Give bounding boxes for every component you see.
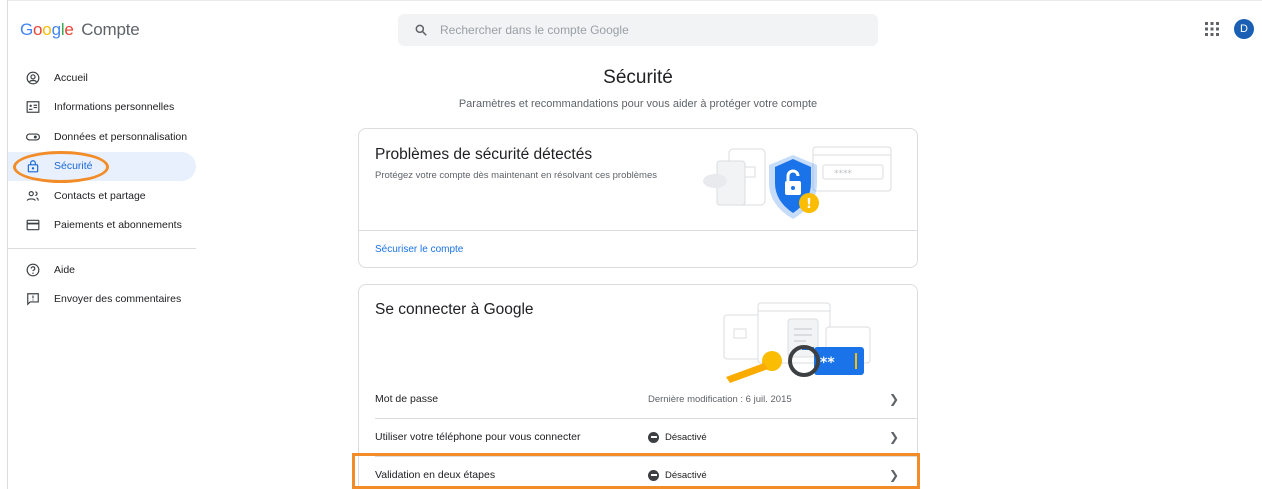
- account-circle-icon: [26, 71, 40, 85]
- card-description: Protégez votre compte dès maintenant en …: [375, 170, 657, 181]
- highlight-box-annotation: [352, 453, 920, 489]
- card-title: Se connecter à Google: [375, 301, 534, 318]
- apps-grid-icon[interactable]: [1204, 21, 1220, 37]
- people-icon: [26, 189, 40, 203]
- product-name: Compte: [81, 20, 140, 39]
- security-illustration-icon: **** !: [703, 146, 892, 219]
- logo-letter: o: [42, 20, 52, 39]
- phone-signin-row[interactable]: Utiliser votre téléphone pour vous conne…: [359, 419, 917, 455]
- sidebar-item-informations-personnelles[interactable]: Informations personnelles: [8, 93, 196, 123]
- row-value: Dernière modification : 6 juil. 2015: [648, 393, 792, 405]
- id-card-icon: [26, 100, 40, 114]
- password-row[interactable]: Mot de passe Dernière modification : 6 j…: [359, 381, 917, 417]
- credit-card-icon: [26, 218, 40, 232]
- signin-illustration-icon: **: [723, 302, 871, 383]
- card-title: Problèmes de sécurité détectés: [375, 146, 593, 163]
- sidebar-item-accueil[interactable]: Accueil: [8, 63, 196, 93]
- search-icon: [415, 24, 427, 36]
- disabled-status-icon: [648, 431, 659, 443]
- logo-letter: e: [64, 20, 74, 39]
- page-title: Sécurité: [603, 67, 673, 88]
- sidebar-item-commentaires[interactable]: Envoyer des commentaires: [8, 285, 196, 315]
- status-text: Désactivé: [665, 431, 707, 443]
- svg-text:**: **: [820, 355, 835, 371]
- logo-letter: o: [33, 20, 43, 39]
- status-value: Désactivé: [648, 431, 707, 443]
- sidebar-divider: [8, 248, 196, 249]
- search-bar[interactable]: [398, 14, 878, 46]
- avatar[interactable]: D: [1234, 19, 1254, 39]
- sidebar: Accueil Informations personnelles Donnée…: [8, 62, 196, 314]
- row-label: Utiliser votre téléphone pour vous conne…: [375, 431, 581, 443]
- help-icon: [26, 263, 40, 277]
- sidebar-item-label: Contacts et partage: [54, 189, 146, 202]
- sidebar-item-label: Informations personnelles: [54, 101, 175, 114]
- sidebar-item-contacts[interactable]: Contacts et partage: [8, 181, 196, 211]
- sidebar-item-label: Aide: [54, 263, 76, 276]
- row-label: Mot de passe: [375, 393, 439, 405]
- logo-letter: g: [51, 20, 61, 39]
- svg-text:!: !: [806, 197, 812, 212]
- secure-account-link[interactable]: Sécuriser le compte: [375, 244, 463, 255]
- sidebar-item-label: Paiements et abonnements: [54, 219, 182, 232]
- top-header: Google Compte D: [8, 0, 1262, 62]
- sidebar-item-donnees[interactable]: Données et personnalisation: [8, 122, 196, 152]
- logo-letter: G: [20, 20, 34, 39]
- sidebar-item-label: Envoyer des commentaires: [54, 293, 182, 306]
- window-left-edge: [0, 0, 8, 489]
- chevron-right-icon: ❯: [889, 392, 900, 406]
- sidebar-item-label: Accueil: [54, 71, 88, 84]
- security-issues-card: Problèmes de sécurité détectés Protégez …: [358, 128, 918, 268]
- feedback-icon: [26, 292, 40, 306]
- search-input[interactable]: [440, 23, 840, 37]
- card-divider: [359, 230, 917, 231]
- sidebar-item-paiements[interactable]: Paiements et abonnements: [8, 211, 196, 241]
- sidebar-item-label: Données et personnalisation: [54, 130, 188, 143]
- svg-text:****: ****: [834, 169, 853, 179]
- google-account-logo[interactable]: Google Compte: [20, 20, 140, 40]
- page-subtitle: Paramètres et recommandations pour vous …: [458, 98, 818, 110]
- highlight-oval-annotation: [13, 151, 109, 183]
- sidebar-item-aide[interactable]: Aide: [8, 255, 196, 285]
- toggle-icon: [26, 130, 40, 144]
- chevron-right-icon: ❯: [889, 430, 900, 444]
